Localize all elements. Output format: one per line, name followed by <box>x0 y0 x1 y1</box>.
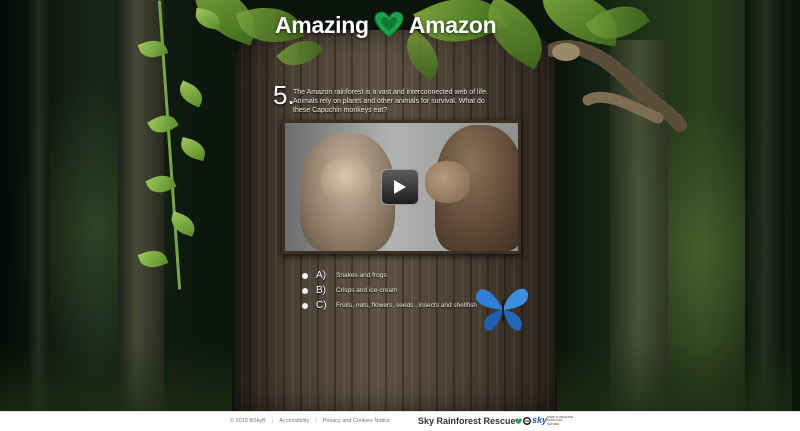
play-button[interactable] <box>381 169 419 205</box>
answer-text: Fruits, nuts, flowers, seeds , insects a… <box>336 302 477 309</box>
wwf-panda-icon <box>523 417 531 425</box>
butterfly-illustration <box>475 288 529 331</box>
copyright-text: © 2013 BSkyB <box>230 418 266 424</box>
answer-letter: A) <box>316 270 326 281</box>
site-logo[interactable]: Amazing Amazon <box>275 8 497 42</box>
question-text: The Amazon rainforest is a vast and inte… <box>293 89 488 114</box>
logo-text-left: Amazing <box>275 11 369 38</box>
sky-logo[interactable]: sky <box>532 415 547 425</box>
answer-list: A) Snakes and frogs B) Crisps and ice-cr… <box>302 268 477 313</box>
video-player[interactable] <box>282 120 521 254</box>
answer-option-b[interactable]: B) Crisps and ice-cream <box>302 283 477 298</box>
radio-button[interactable] <box>302 272 308 279</box>
play-icon <box>394 180 406 194</box>
answer-letter: C) <box>316 300 327 311</box>
answer-option-c[interactable]: C) Fruits, nuts, flowers, seeds , insect… <box>302 298 477 313</box>
footer: © 2013 BSkyB | Accessibility | Privacy a… <box>0 411 800 431</box>
answer-option-a[interactable]: A) Snakes and frogs <box>302 268 477 283</box>
brand-name[interactable]: Sky Rainforest Rescue <box>418 416 516 426</box>
heart-icon <box>515 418 522 425</box>
privacy-link[interactable]: Privacy and Cookies Notice <box>323 418 390 424</box>
rainforest-background: Amazing Amazon 5. The Amazon rainforest … <box>0 0 800 411</box>
question-number: 5. <box>273 80 295 110</box>
radio-button[interactable] <box>302 287 308 294</box>
radio-button[interactable] <box>302 302 308 309</box>
heart-icon <box>373 9 405 41</box>
partner-text: WORLD WILDLIFE FUND FOR NATURE <box>547 415 573 426</box>
answer-text: Snakes and frogs <box>336 272 387 279</box>
answer-text: Crisps and ice-cream <box>336 287 398 294</box>
answer-letter: B) <box>316 285 326 296</box>
logo-text-right: Amazon <box>408 11 497 38</box>
snake-illustration <box>548 40 687 132</box>
scrollbar[interactable] <box>792 0 800 411</box>
accessibility-link[interactable]: Accessibility <box>279 418 309 424</box>
